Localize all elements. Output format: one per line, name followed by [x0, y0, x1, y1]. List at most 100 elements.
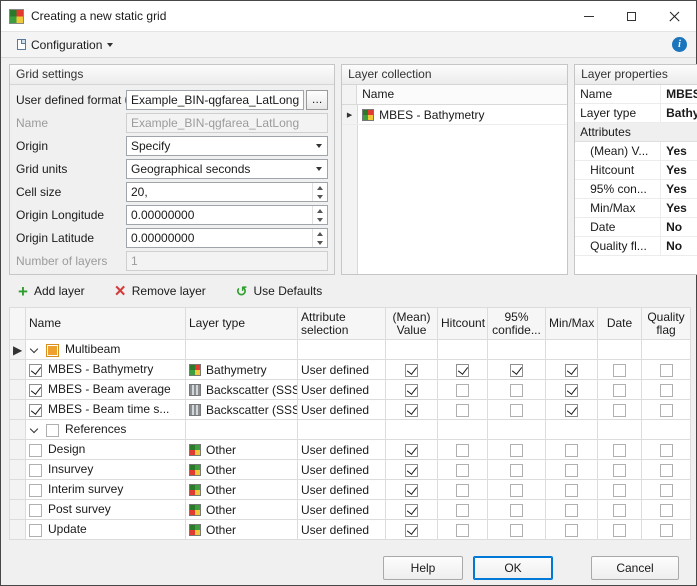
attribute-checkbox[interactable]: [565, 364, 578, 377]
dropdown-arrow[interactable]: [311, 137, 327, 155]
attribute-checkbox[interactable]: [565, 484, 578, 497]
attribute-checkbox[interactable]: [456, 464, 469, 477]
table-row[interactable]: UpdateOtherUser defined: [10, 520, 691, 540]
title-bar[interactable]: Creating a new static grid: [1, 1, 696, 31]
row-selector[interactable]: [10, 460, 26, 480]
layer-checkbox[interactable]: [29, 464, 42, 477]
attribute-checkbox[interactable]: [405, 384, 418, 397]
spinner-buttons[interactable]: [312, 183, 327, 201]
spinner-buttons[interactable]: [312, 229, 327, 247]
table-row[interactable]: ▶Multibeam: [10, 340, 691, 360]
attribute-checkbox[interactable]: [613, 484, 626, 497]
attribute-checkbox[interactable]: [405, 464, 418, 477]
attribute-checkbox[interactable]: [565, 404, 578, 417]
table-row[interactable]: InsurveyOtherUser defined: [10, 460, 691, 480]
add-layer-button[interactable]: + Add layer: [11, 281, 92, 302]
layer-checkbox[interactable]: [29, 444, 42, 457]
layer-checkbox[interactable]: [46, 344, 59, 357]
text-input[interactable]: 0.00000000: [126, 228, 328, 248]
attribute-checkbox[interactable]: [510, 364, 523, 377]
text-input[interactable]: Example_BIN-qgfarea_LatLong: [126, 90, 304, 110]
help-button[interactable]: Help: [383, 556, 463, 580]
attribute-checkbox[interactable]: [660, 384, 673, 397]
attribute-checkbox[interactable]: [456, 364, 469, 377]
attribute-checkbox[interactable]: [405, 524, 418, 537]
attribute-checkbox[interactable]: [510, 384, 523, 397]
attribute-checkbox[interactable]: [456, 404, 469, 417]
close-button[interactable]: [653, 1, 696, 31]
expander-icon[interactable]: [30, 425, 38, 433]
layer-checkbox[interactable]: [29, 384, 42, 397]
table-row[interactable]: Post surveyOtherUser defined: [10, 500, 691, 520]
attribute-checkbox[interactable]: [660, 484, 673, 497]
attribute-checkbox[interactable]: [565, 384, 578, 397]
spin-down-button[interactable]: [313, 215, 327, 224]
table-row[interactable]: MBES - Beam averageBackscatter (SSS)User…: [10, 380, 691, 400]
attribute-checkbox[interactable]: [613, 444, 626, 457]
attribute-checkbox[interactable]: [456, 504, 469, 517]
attribute-checkbox[interactable]: [456, 484, 469, 497]
attribute-checkbox[interactable]: [510, 524, 523, 537]
combo-box[interactable]: Specify: [126, 136, 328, 156]
remove-layer-button[interactable]: × Remove layer: [108, 281, 213, 302]
layer-checkbox[interactable]: [46, 424, 59, 437]
maximize-button[interactable]: [610, 1, 653, 31]
attribute-checkbox[interactable]: [405, 444, 418, 457]
row-selector[interactable]: [10, 420, 26, 440]
attribute-checkbox[interactable]: [405, 484, 418, 497]
attribute-checkbox[interactable]: [456, 384, 469, 397]
attribute-checkbox[interactable]: [613, 364, 626, 377]
attribute-checkbox[interactable]: [405, 404, 418, 417]
spin-up-button[interactable]: [313, 183, 327, 192]
attribute-checkbox[interactable]: [510, 484, 523, 497]
attribute-checkbox[interactable]: [456, 444, 469, 457]
row-selector[interactable]: [10, 480, 26, 500]
cancel-button[interactable]: Cancel: [591, 556, 679, 580]
table-row[interactable]: DesignOtherUser defined: [10, 440, 691, 460]
row-selector[interactable]: [10, 440, 26, 460]
attribute-checkbox[interactable]: [510, 504, 523, 517]
minimize-button[interactable]: [567, 1, 610, 31]
attribute-checkbox[interactable]: [660, 444, 673, 457]
table-row[interactable]: MBES - BathymetryBathymetryUser defined: [10, 360, 691, 380]
layer-checkbox[interactable]: [29, 484, 42, 497]
ok-button[interactable]: OK: [473, 556, 553, 580]
spin-down-button[interactable]: [313, 238, 327, 247]
spinner-buttons[interactable]: [312, 206, 327, 224]
row-selector[interactable]: [10, 400, 26, 420]
text-input[interactable]: 0.00000000: [126, 205, 328, 225]
row-selector[interactable]: [10, 360, 26, 380]
row-selector[interactable]: [10, 380, 26, 400]
attribute-checkbox[interactable]: [613, 404, 626, 417]
table-row[interactable]: MBES - Beam time s...Backscatter (SSS)Us…: [10, 400, 691, 420]
text-input[interactable]: 20,: [126, 182, 328, 202]
attribute-checkbox[interactable]: [565, 504, 578, 517]
spin-up-button[interactable]: [313, 206, 327, 215]
attribute-checkbox[interactable]: [405, 364, 418, 377]
spin-up-button[interactable]: [313, 229, 327, 238]
attributes-section-header[interactable]: Attributes: [575, 123, 697, 142]
attribute-checkbox[interactable]: [510, 464, 523, 477]
attribute-checkbox[interactable]: [456, 524, 469, 537]
info-icon[interactable]: i: [672, 37, 687, 52]
table-row[interactable]: References: [10, 420, 691, 440]
table-row[interactable]: Interim surveyOtherUser defined: [10, 480, 691, 500]
layer-checkbox[interactable]: [29, 524, 42, 537]
attribute-checkbox[interactable]: [660, 504, 673, 517]
attribute-checkbox[interactable]: [613, 524, 626, 537]
browse-button[interactable]: …: [306, 90, 328, 110]
layer-collection-row[interactable]: ▶MBES - Bathymetry: [342, 105, 567, 125]
attribute-checkbox[interactable]: [405, 504, 418, 517]
combo-box[interactable]: Geographical seconds: [126, 159, 328, 179]
row-selector[interactable]: ▶: [10, 340, 26, 360]
attribute-checkbox[interactable]: [660, 364, 673, 377]
spin-down-button[interactable]: [313, 192, 327, 201]
attribute-checkbox[interactable]: [660, 524, 673, 537]
expander-icon[interactable]: [30, 345, 38, 353]
row-selector[interactable]: [10, 500, 26, 520]
attribute-checkbox[interactable]: [613, 464, 626, 477]
use-defaults-button[interactable]: ↺ Use Defaults: [229, 281, 329, 302]
dropdown-arrow[interactable]: [311, 160, 327, 178]
attribute-checkbox[interactable]: [565, 444, 578, 457]
layer-checkbox[interactable]: [29, 364, 42, 377]
